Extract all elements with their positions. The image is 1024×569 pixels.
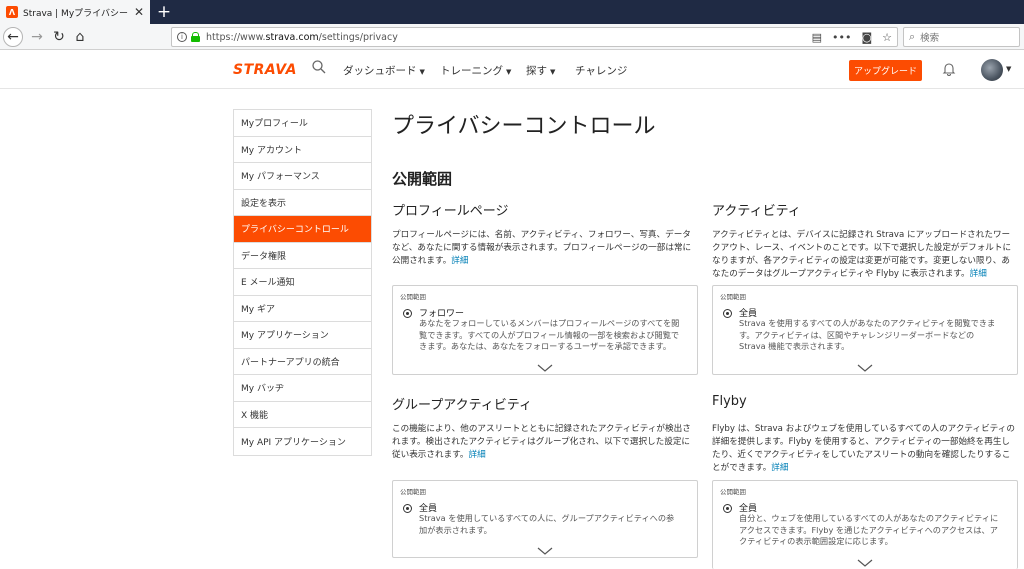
reload-icon[interactable]: ↻	[49, 27, 69, 47]
profile-page-title: プロフィールページ	[392, 204, 509, 219]
visibility-label: 公開範囲	[720, 293, 746, 301]
profile-more-link[interactable]: 詳細	[451, 256, 468, 266]
search-icon: ⌕	[909, 30, 916, 43]
menu-dashboard[interactable]: ダッシュボード ▼	[343, 63, 425, 78]
group-activity-desc: この機能により、他のアスリートとともに記録されたアクティビティが検出されます。検…	[392, 424, 691, 460]
chevron-down-icon[interactable]	[537, 547, 553, 555]
sidebar-item-my-account[interactable]: My アカウント	[234, 136, 371, 163]
activity-visibility-selector[interactable]: 公開範囲 全員 Strava を使用するすべての人があなたのアクティビティを閲覧…	[712, 285, 1018, 375]
menu-challenges[interactable]: チャレンジ	[575, 63, 627, 78]
new-tab-icon[interactable]: +	[156, 2, 172, 22]
url-bar[interactable]: i https://www.strava.com/settings/privac…	[171, 27, 898, 47]
forward-arrow-icon[interactable]: →	[27, 27, 47, 47]
close-tab-icon[interactable]: ✕	[134, 5, 144, 19]
menu-training[interactable]: トレーニング ▼	[440, 63, 511, 78]
option-desc: Strava を使用しているすべての人に、グループアクティビティへの参加が表示さ…	[419, 513, 675, 535]
sidebar-item-display-settings[interactable]: 設定を表示	[234, 189, 371, 216]
menu-explore[interactable]: 探す ▼	[526, 63, 555, 78]
tab-title: Strava | Myプライバシー	[23, 8, 128, 19]
reader-view-icon[interactable]: ▤	[812, 31, 822, 44]
section-title-visibility: 公開範囲	[392, 170, 453, 188]
option-desc: 自分と、ウェブを使用しているすべての人があなたのアクティビティにアクセスできます…	[739, 513, 999, 546]
group-activity-title: グループアクティビティ	[392, 398, 533, 413]
activity-title: アクティビティ	[712, 204, 801, 219]
activity-desc: アクティビティとは、デバイスに記録され Strava にアップロードされたワーク…	[712, 230, 1012, 279]
browser-nav-bar: ← → ↻ ⌂ i https://www.strava.com/setting…	[0, 24, 1024, 50]
sidebar-item-my-api-applications[interactable]: My API アプリケーション	[234, 428, 371, 455]
sidebar-item-data-permissions[interactable]: データ権限	[234, 242, 371, 269]
group-more-link[interactable]: 詳細	[468, 450, 485, 460]
sidebar-item-my-profile[interactable]: Myプロフィール	[234, 110, 371, 137]
notification-bell-icon[interactable]	[942, 62, 956, 76]
settings-sidebar: Myプロフィール My アカウント My パフォーマンス 設定を表示 プライバシ…	[233, 109, 372, 456]
flyby-more-link[interactable]: 詳細	[771, 463, 788, 473]
flyby-desc: Flyby は、Strava およびウェブを使用しているすべての人のアクティビテ…	[712, 424, 1015, 473]
profile-visibility-selector[interactable]: 公開範囲 フォロワー あなたをフォローしているメンバーはプロフィールページのすべ…	[392, 285, 698, 375]
chevron-down-icon[interactable]: ▼	[1006, 65, 1011, 73]
chevron-down-icon: ▼	[550, 68, 556, 76]
sidebar-item-my-badges[interactable]: My バッヂ	[234, 375, 371, 402]
bookmark-star-icon[interactable]: ☆	[882, 31, 892, 44]
lock-icon	[191, 32, 200, 42]
strava-favicon-icon: Ʌ	[6, 6, 18, 18]
chevron-down-icon: ▼	[419, 68, 425, 76]
radio-selected[interactable]	[403, 504, 412, 513]
browser-search-input[interactable]: ⌕ 検索	[903, 27, 1020, 47]
page-actions-icon[interactable]: •••	[832, 31, 851, 44]
profile-page-desc: プロフィールページには、名前、アクティビティ、フォロワー、写真、データなど、あな…	[392, 230, 692, 266]
info-icon[interactable]: i	[177, 32, 187, 42]
site-search-icon[interactable]	[312, 60, 326, 78]
browser-tab-bar: Ʌ Strava | Myプライバシー ✕ +	[0, 0, 1024, 24]
radio-selected[interactable]	[723, 504, 732, 513]
sidebar-item-privacy-controls[interactable]: プライバシーコントロール	[234, 216, 371, 243]
page-title: プライバシーコントロール	[392, 114, 656, 139]
pocket-icon[interactable]: ◙	[861, 31, 872, 44]
chevron-down-icon: ▼	[506, 68, 512, 76]
group-visibility-selector[interactable]: 公開範囲 全員 Strava を使用しているすべての人に、グループアクティビティ…	[392, 480, 698, 558]
flyby-title: Flyby	[712, 394, 747, 409]
option-desc: Strava を使用するすべての人があなたのアクティビティを閲覧できます。アクテ…	[739, 318, 996, 351]
sidebar-item-my-applications[interactable]: My アプリケーション	[234, 322, 371, 349]
chevron-down-icon[interactable]	[537, 364, 553, 372]
sidebar-item-my-gear[interactable]: My ギア	[234, 295, 371, 322]
activity-more-link[interactable]: 詳細	[970, 269, 987, 279]
url-text[interactable]: https://www.strava.com/settings/privacy	[206, 32, 812, 43]
sidebar-item-my-performance[interactable]: My パフォーマンス	[234, 163, 371, 190]
visibility-label: 公開範囲	[400, 293, 426, 301]
sidebar-item-partner-integrations[interactable]: パートナーアプリの統合	[234, 348, 371, 375]
home-icon[interactable]: ⌂	[70, 27, 90, 47]
avatar[interactable]	[981, 59, 1003, 81]
chevron-down-icon[interactable]	[857, 364, 873, 372]
option-desc: あなたをフォローしているメンバーはプロフィールページのすべてを閲覧できます。すべ…	[419, 318, 680, 351]
upgrade-button[interactable]: アップグレード	[849, 60, 922, 81]
sidebar-item-email-notifications[interactable]: E メール通知	[234, 269, 371, 296]
browser-tab[interactable]: Ʌ Strava | Myプライバシー ✕	[0, 0, 150, 24]
site-header: STRAVA ダッシュボード ▼ トレーニング ▼ 探す ▼ チャレンジ アップグレー…	[0, 50, 1024, 89]
sidebar-item-x-features[interactable]: X 機能	[234, 401, 371, 428]
radio-selected[interactable]	[723, 309, 732, 318]
visibility-label: 公開範囲	[720, 488, 746, 496]
search-placeholder: 検索	[920, 33, 940, 44]
flyby-visibility-selector[interactable]: 公開範囲 全員 自分と、ウェブを使用しているすべての人があなたのアクティビティに…	[712, 480, 1018, 569]
strava-logo[interactable]: STRAVA	[233, 62, 297, 78]
back-arrow-icon[interactable]: ←	[3, 27, 23, 47]
radio-selected[interactable]	[403, 309, 412, 318]
visibility-label: 公開範囲	[400, 488, 426, 496]
chevron-down-icon[interactable]	[857, 559, 873, 567]
